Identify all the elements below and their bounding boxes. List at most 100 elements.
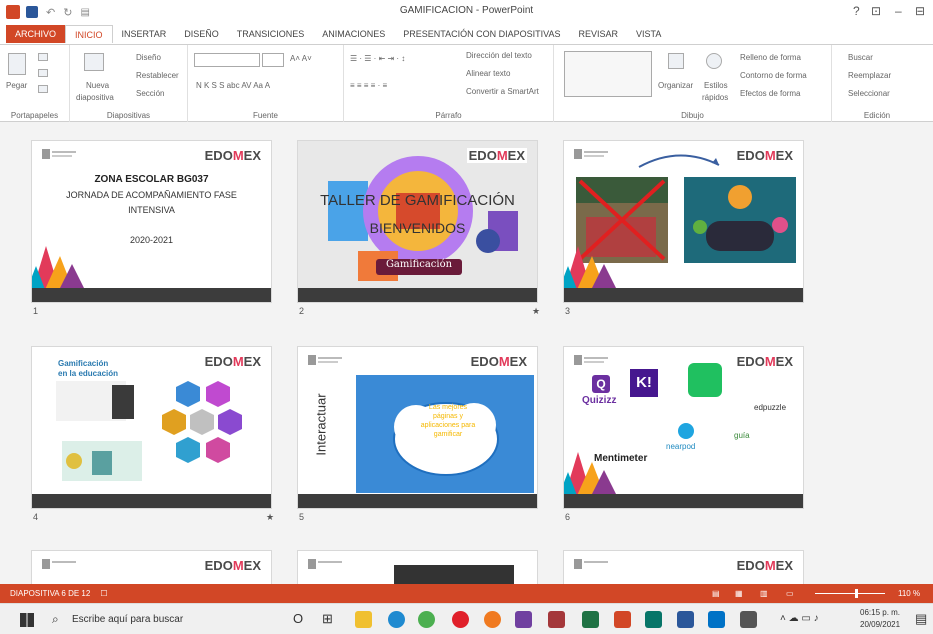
bullets-icon[interactable]: ☰ · ☰ · ⇤ ⇥ · ↕ xyxy=(350,54,405,63)
chrome-icon[interactable] xyxy=(418,611,435,628)
slide-thumbnail-9[interactable]: EDOMEX xyxy=(563,550,804,584)
slide1-subtitle-1: JORNADA DE ACOMPAÑAMIENTO FASE xyxy=(66,190,237,200)
font-family-select[interactable] xyxy=(194,53,260,67)
slide-thumbnail-3[interactable]: EDOMEX xyxy=(563,140,804,303)
access-icon[interactable] xyxy=(548,611,565,628)
slide-counter: DIAPOSITIVA 6 DE 12 xyxy=(10,589,91,598)
align-icons[interactable]: ≡ ≡ ≡ ≡ · ≡ xyxy=(350,81,387,90)
zoom-slider[interactable] xyxy=(815,593,885,594)
new-slide-button[interactable]: Nueva xyxy=(86,81,109,90)
slideshow-view-icon[interactable]: ▭ xyxy=(786,589,794,598)
zoom-level[interactable]: 110 % xyxy=(898,589,920,598)
tab-animaciones[interactable]: ANIMACIONES xyxy=(313,25,394,43)
normal-view-icon[interactable]: ▤ xyxy=(712,589,720,598)
format-painter-icon[interactable] xyxy=(38,85,48,93)
word-icon[interactable] xyxy=(677,611,694,628)
state-crest-icon xyxy=(308,559,342,569)
file-explorer-icon[interactable] xyxy=(355,611,372,628)
tab-transiciones[interactable]: TRANSICIONES xyxy=(228,25,314,43)
shield-icon[interactable] xyxy=(515,611,532,628)
slide-number-6: 6 xyxy=(565,512,571,522)
slide-thumbnail-5[interactable]: EDOMEX Interactuar Las mejores páginas y… xyxy=(297,346,538,509)
smartart-button[interactable]: Convertir a SmartArt xyxy=(466,87,539,96)
slide-number-2: 2 xyxy=(299,306,305,316)
slide-footer-bar xyxy=(298,288,537,302)
clock-date[interactable]: 20/09/2021 xyxy=(860,620,900,629)
kahoot-logo: K! xyxy=(630,369,658,397)
copy-icon[interactable] xyxy=(38,69,48,77)
tab-presentacion[interactable]: PRESENTACIÓN CON DIAPOSITIVAS xyxy=(394,25,569,43)
select-button[interactable]: Seleccionar xyxy=(848,89,890,98)
reset-button[interactable]: Restablecer xyxy=(136,71,179,80)
slide-thumbnail-2[interactable]: EDOMEX TALLER DE GAMIFICACIÓN BIENVENIDO… xyxy=(297,140,538,303)
calculator-icon[interactable] xyxy=(740,611,757,628)
opera-icon[interactable] xyxy=(452,611,469,628)
new-slide-icon[interactable] xyxy=(84,53,104,71)
tab-vista[interactable]: VISTA xyxy=(627,25,670,43)
tray-icons[interactable]: ˄ ☁ ▭ ♪ xyxy=(780,613,819,624)
slide-thumbnail-8[interactable] xyxy=(297,550,538,584)
ribbon-options-icon[interactable]: ⊡ xyxy=(871,4,881,18)
outlook-icon[interactable] xyxy=(708,611,725,628)
reading-view-icon[interactable]: ▥ xyxy=(760,589,768,598)
find-button[interactable]: Buscar xyxy=(848,53,873,62)
firefox-icon[interactable] xyxy=(484,611,501,628)
paste-icon[interactable] xyxy=(8,53,26,75)
shape-outline-button[interactable]: Contorno de forma xyxy=(740,71,807,80)
slide-thumbnail-6[interactable]: EDOMEX Q Quizizz K! nearpod edpuzzle Men… xyxy=(563,346,804,509)
edpuzzle-label: edpuzzle xyxy=(754,403,787,412)
help-icon[interactable]: ? xyxy=(853,4,860,18)
powerpoint-icon[interactable] xyxy=(614,611,631,628)
slide-thumbnail-1[interactable]: EDOMEX ZONA ESCOLAR BG037 JORNADA DE ACO… xyxy=(31,140,272,303)
quick-styles-button[interactable]: Estilos xyxy=(704,81,728,90)
group-diapositivas: Nueva diapositiva Diseño Restablecer Sec… xyxy=(70,45,188,122)
font-styles[interactable]: N K S S abc AV Aa A xyxy=(196,81,270,90)
replace-button[interactable]: Reemplazar xyxy=(848,71,891,80)
sorter-view-icon[interactable]: ▦ xyxy=(735,589,743,598)
publisher-icon[interactable] xyxy=(645,611,662,628)
shape-fill-button[interactable]: Relleno de forma xyxy=(740,53,801,62)
guia-label: guía xyxy=(734,431,750,440)
comments-icon[interactable]: ☐ xyxy=(100,589,107,598)
edomex-logo: EDOMEX xyxy=(736,354,793,369)
animation-star-icon: ★ xyxy=(532,306,541,316)
taskbar-search-input[interactable]: Escribe aquí para buscar xyxy=(72,614,183,625)
search-icon[interactable]: ⌕ xyxy=(52,612,59,627)
slide-thumbnail-7[interactable]: EDOMEX xyxy=(31,550,272,584)
cut-icon[interactable] xyxy=(38,53,48,61)
font-grow-icon[interactable]: A˄ A˅ xyxy=(290,54,312,63)
task-view-icon[interactable]: ⊞ xyxy=(322,611,333,627)
windows-start-icon[interactable] xyxy=(20,613,34,627)
minimize-button[interactable]: – xyxy=(895,4,902,18)
state-crest-icon xyxy=(574,149,608,159)
tab-diseno[interactable]: DISEÑO xyxy=(175,25,228,43)
clock-time[interactable]: 06:15 p. m. xyxy=(860,608,900,617)
tab-archivo[interactable]: ARCHIVO xyxy=(6,25,66,43)
group-parrafo: ☰ · ☰ · ⇤ ⇥ · ↕ ≡ ≡ ≡ ≡ · ≡ Dirección de… xyxy=(344,45,554,122)
quick-styles-button-2[interactable]: rápidos xyxy=(702,93,728,102)
tab-revisar[interactable]: REVISAR xyxy=(569,25,627,43)
notifications-icon[interactable]: ▤ xyxy=(915,611,927,627)
new-slide-button-2[interactable]: diapositiva xyxy=(76,93,114,102)
slide-thumbnail-4[interactable]: Gamificación en la educación EDOMEX xyxy=(31,346,272,509)
cortana-icon[interactable]: O xyxy=(293,611,303,626)
organize-icon[interactable] xyxy=(668,53,684,69)
shapes-gallery[interactable] xyxy=(564,51,652,97)
excel-icon[interactable] xyxy=(582,611,599,628)
section-button[interactable]: Sección xyxy=(136,89,164,98)
font-size-select[interactable] xyxy=(262,53,284,67)
text-direction-button[interactable]: Dirección del texto xyxy=(466,51,532,60)
quick-styles-icon[interactable] xyxy=(706,53,722,69)
paste-button[interactable]: Pegar xyxy=(6,81,27,90)
tab-insertar[interactable]: INSERTAR xyxy=(113,25,176,43)
tab-inicio[interactable]: INICIO xyxy=(65,25,113,43)
edge-icon[interactable] xyxy=(388,611,405,628)
shape-effects-button[interactable]: Efectos de forma xyxy=(740,89,800,98)
zoom-thumb[interactable] xyxy=(855,589,858,598)
maximize-button[interactable]: ⊟ xyxy=(915,4,925,18)
layout-button[interactable]: Diseño xyxy=(136,53,161,62)
slide5-cloud-text: Las mejores páginas y aplicaciones para … xyxy=(420,404,476,438)
edomex-logo: EDOMEX xyxy=(736,148,793,163)
align-text-button[interactable]: Alinear texto xyxy=(466,69,510,78)
organize-button[interactable]: Organizar xyxy=(658,81,693,90)
